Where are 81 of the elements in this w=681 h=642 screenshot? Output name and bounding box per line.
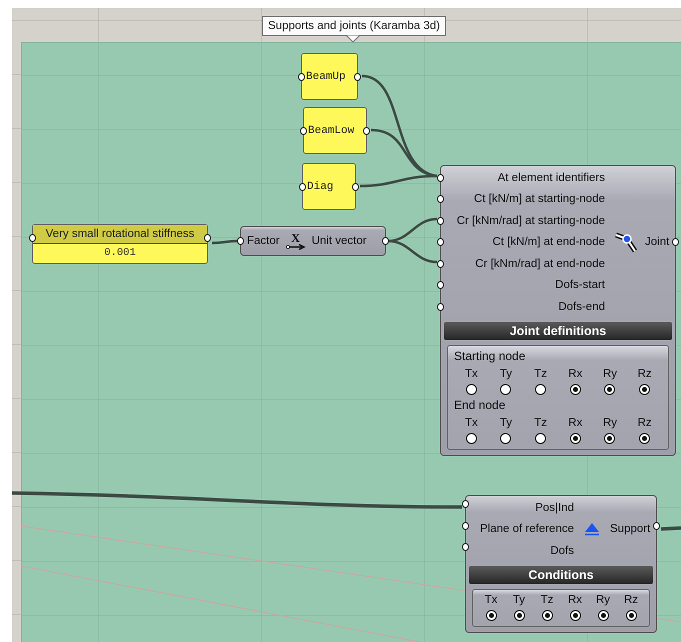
parameter-node[interactable]: Diag [302,163,356,210]
output-label: Joint [645,236,670,248]
input-label: Factor [247,235,280,247]
parameter-value: 0.001 [103,246,137,261]
radio-button[interactable] [514,610,524,620]
dof-label: Ry [602,416,618,428]
radio-button[interactable] [570,610,580,620]
grip[interactable] [653,522,660,530]
radio-button[interactable] [500,384,512,394]
radio-button[interactable] [466,432,477,444]
grip[interactable] [354,72,361,80]
radio-button[interactable] [466,384,477,394]
radio-button[interactable] [639,432,650,444]
input-label: Cr [kNm/rad] at end-node [475,258,605,270]
group-title: Starting node [454,348,526,362]
value-parameter-node[interactable]: Very small rotational stiffness 0.001 [32,224,208,264]
input-label: Plane of reference [480,523,574,536]
joint-component[interactable] [440,165,676,456]
parameter-node[interactable]: BeamUp [301,53,358,100]
dof-label: Rx [568,594,582,606]
dof-label: Ry [596,594,610,606]
radio-button[interactable] [542,610,552,620]
dof-label: Tz [540,594,554,606]
input-label: Dofs-end [558,300,605,313]
radio-button[interactable] [535,432,546,444]
dof-label: Rz [638,368,652,380]
radio-button[interactable] [486,610,496,620]
radio-button[interactable] [500,432,512,444]
support-icon [584,522,600,536]
dof-label: Rz [638,416,652,428]
dof-label: Tx [464,368,478,380]
group-title: End node [454,398,506,412]
input-label: Ct [kN/m] at starting-node [474,193,605,206]
wire [388,218,438,242]
dof-label: Tx [464,416,478,428]
dof-label: Rx [568,416,582,428]
grip[interactable] [237,237,244,245]
input-label: At element identifiers [498,172,605,184]
grip[interactable] [437,281,444,290]
grip[interactable] [672,238,679,246]
dof-label: Rz [624,594,638,606]
grip[interactable] [352,182,359,190]
grip[interactable] [462,543,469,551]
wire [660,526,681,531]
section-header: Joint definitions [444,322,672,340]
dof-label: Ty [512,594,526,606]
grip[interactable] [437,195,444,204]
radio-button[interactable] [570,432,581,444]
input-label: Ct [kN/m] at end-node [492,236,605,248]
radio-button[interactable] [639,384,650,394]
dof-label: Ty [500,368,512,380]
parameter-node[interactable]: BeamLow [303,107,367,154]
dof-label: Ry [602,368,618,380]
tooltip-pointer-icon [346,35,360,43]
radio-button[interactable] [604,384,616,394]
dof-label: Tz [534,416,548,428]
radio-button[interactable] [604,432,616,444]
wire [388,240,438,264]
input-label: Dofs-start [555,279,605,292]
radio-button[interactable] [598,610,608,620]
dof-label: Rx [568,368,582,380]
grip[interactable] [462,500,469,508]
section-header: Conditions [469,566,653,584]
input-label: Pos|Ind [535,502,574,514]
input-label: Cr [kNm/rad] at starting-node [456,214,605,227]
unit-vector-component[interactable]: Factor X Unit vector [240,226,386,256]
radio-button[interactable] [570,384,581,394]
grip[interactable] [437,238,444,246]
radio-button[interactable] [535,384,546,394]
grip[interactable] [363,126,370,134]
parameter-title: Very small rotational stiffness [33,225,207,244]
output-label: Unit vector [312,235,367,247]
output-label: Support [610,523,650,536]
dof-label: Tx [484,594,498,606]
wire [212,240,238,244]
grip[interactable] [382,237,389,245]
support-component[interactable]: Pos|Ind Plane of reference Dofs Support Conditions Tx Ty Tz Rx Ry Rz [465,495,657,632]
dof-label: Ty [500,416,512,428]
input-label: Dofs [550,544,574,557]
dof-label: Tz [534,368,548,380]
radio-button[interactable] [626,610,636,620]
